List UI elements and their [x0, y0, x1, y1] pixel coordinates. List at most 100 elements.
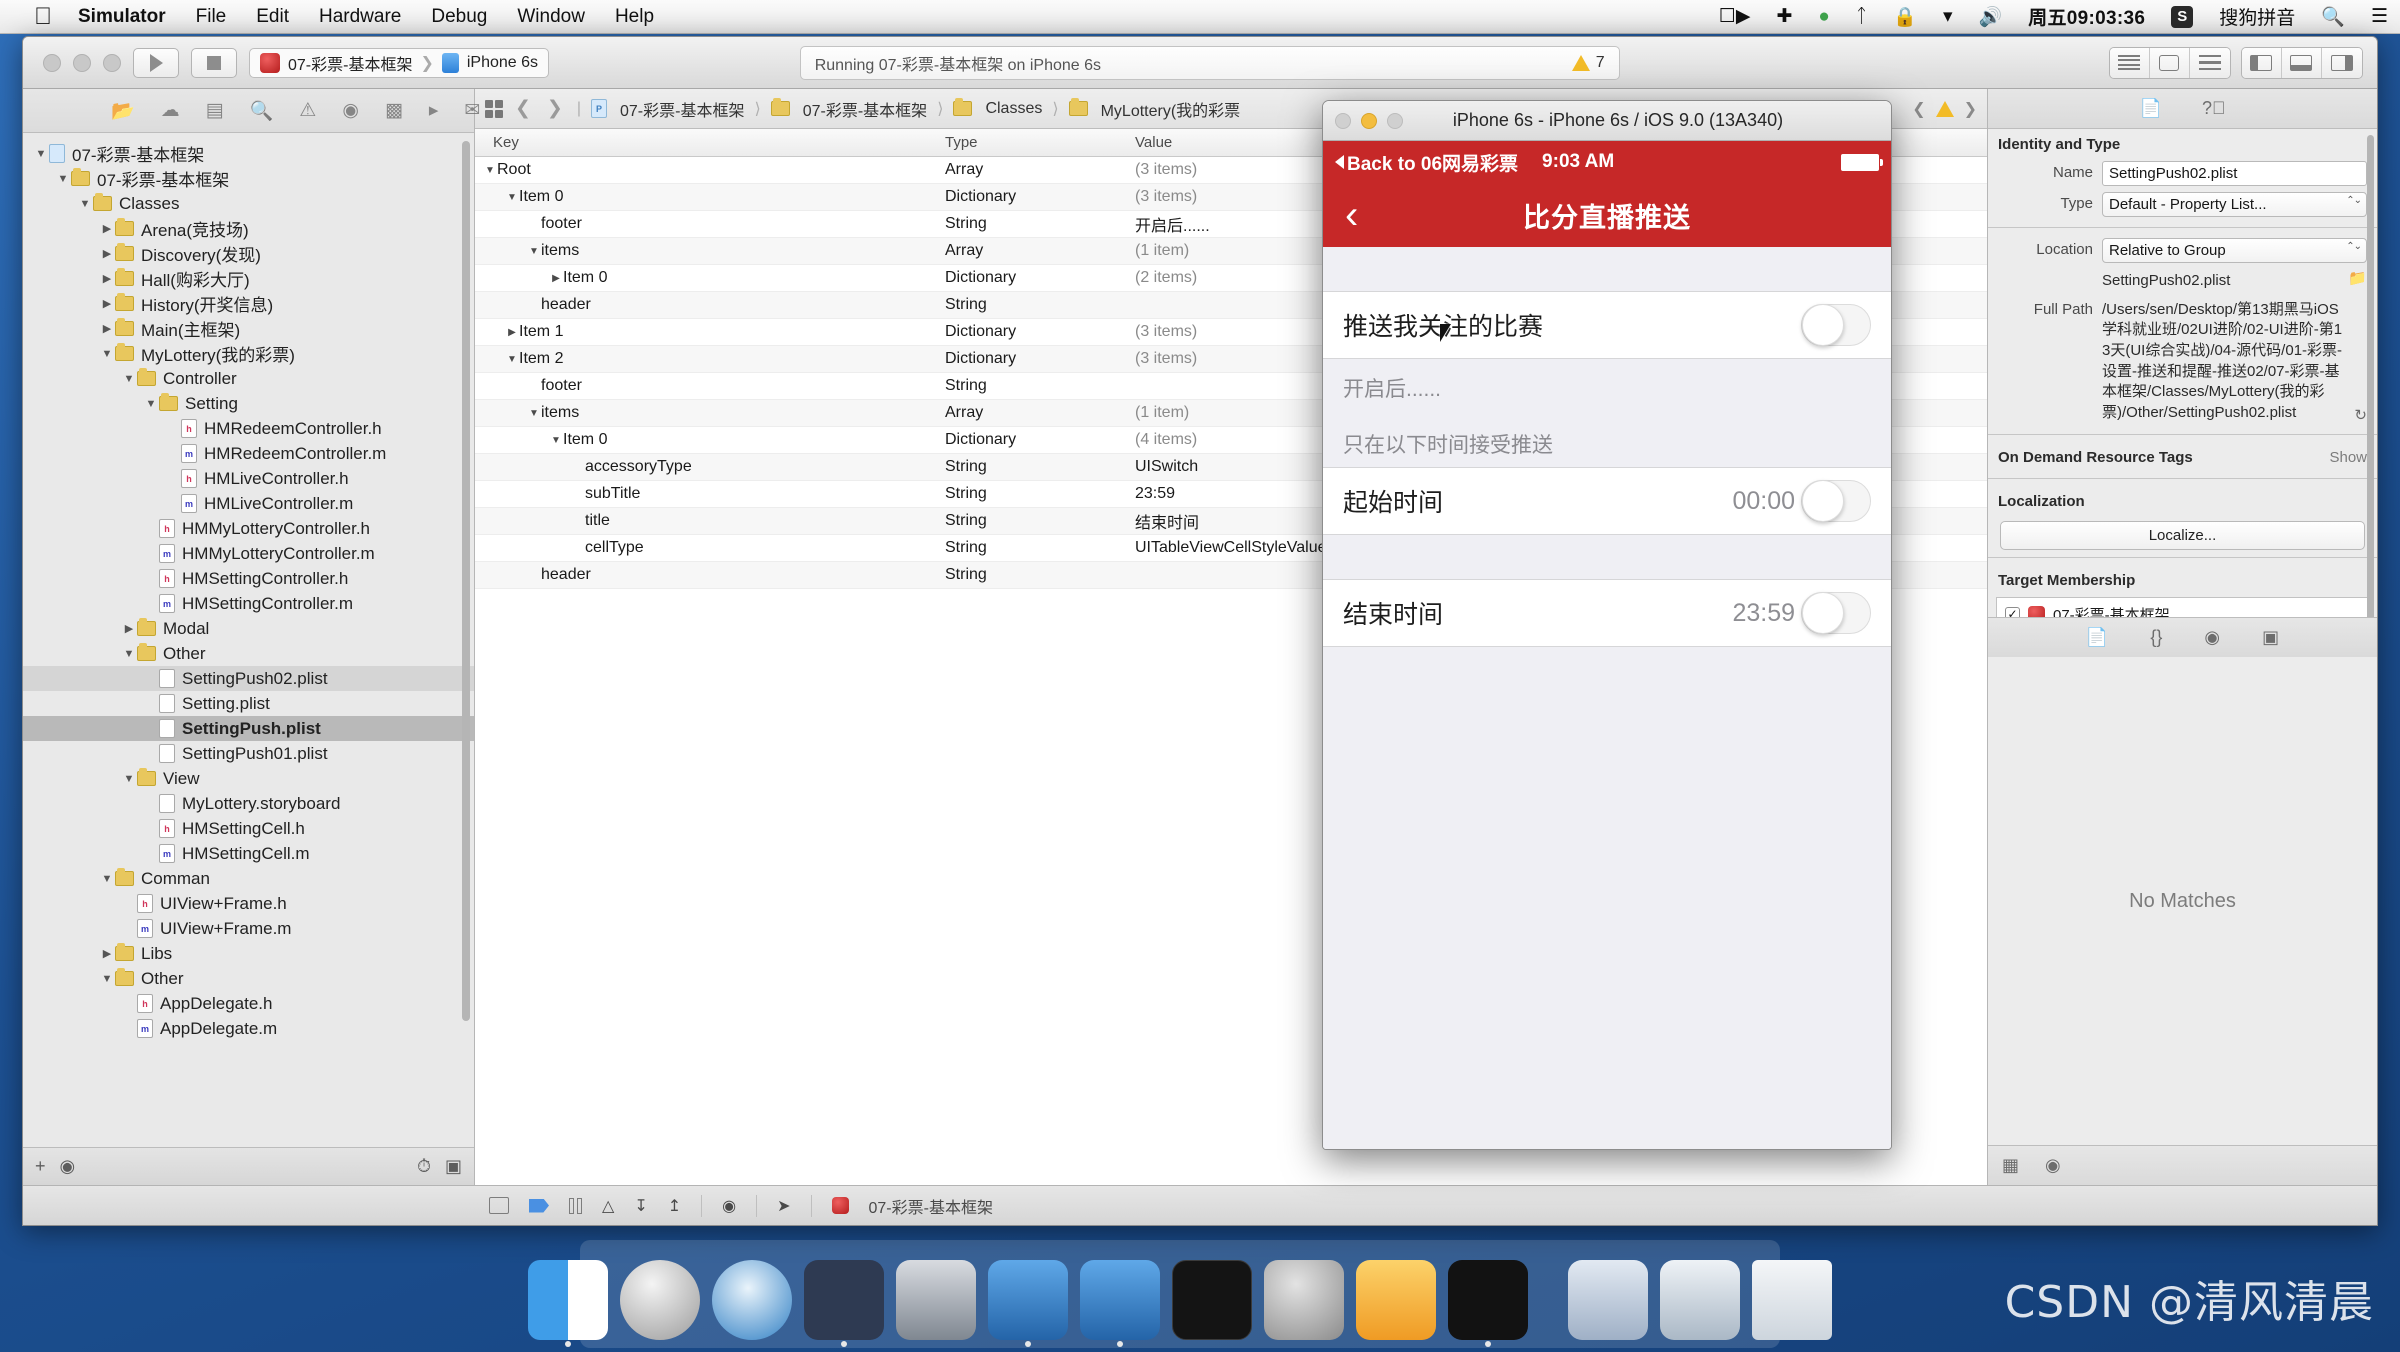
up-icon[interactable]: △ — [602, 1196, 614, 1216]
ios-table-view[interactable]: 推送我关注的比赛 开启后...... 只在以下时间接受推送 起始时间 00:00… — [1323, 247, 1891, 1149]
issue-navigator-tab[interactable]: ⚠ — [299, 99, 316, 122]
breadcrumb-item-2[interactable]: Classes — [953, 98, 1042, 118]
iterm-icon[interactable] — [1448, 1260, 1528, 1347]
terminal-icon[interactable] — [1172, 1260, 1252, 1340]
library-grid-icon[interactable]: ▦ — [2002, 1155, 2019, 1176]
plist-key-cell[interactable]: footer — [475, 377, 945, 395]
tree-row[interactable]: SettingPush01.plist — [23, 741, 474, 766]
tree-row[interactable]: ▶ Hall(购彩大厅) — [23, 266, 474, 291]
tree-row[interactable]: ▼ 07-彩票-基本框架 — [23, 141, 474, 166]
disclosure-triangle-icon[interactable]: ▼ — [77, 198, 93, 210]
volume-icon[interactable]: 🔊 — [1979, 5, 2003, 29]
window-traffic-lights[interactable] — [37, 53, 121, 72]
compare-icon[interactable]: ◉ — [722, 1196, 736, 1216]
disclosure-triangle-icon[interactable]: ▼ — [99, 973, 115, 985]
test-navigator-tab[interactable]: ◉ — [342, 99, 359, 122]
tree-row[interactable]: Setting.plist — [23, 691, 474, 716]
plist-key-cell[interactable]: ▶ Item 1 — [475, 323, 945, 341]
disclosure-triangle-icon[interactable]: ▼ — [99, 873, 115, 885]
code-snippet-library-tab[interactable]: {} — [2150, 627, 2162, 648]
inspector-scrollbar[interactable] — [2367, 135, 2374, 617]
menu-item-hardware[interactable]: Hardware — [319, 6, 401, 28]
screenshot-icon[interactable] — [1660, 1260, 1740, 1340]
finder-icon[interactable] — [528, 1260, 608, 1347]
system-preferences-icon[interactable] — [1264, 1260, 1344, 1340]
disclosure-triangle-icon[interactable]: ▼ — [505, 354, 519, 365]
library-filter-icon[interactable]: ◉ — [2045, 1155, 2061, 1176]
location-icon[interactable]: ➤ — [777, 1196, 790, 1216]
tree-row[interactable]: ▼ Comman — [23, 866, 474, 891]
wifi-icon[interactable]: ▾ — [1943, 5, 1953, 28]
airplay-icon[interactable]: ☐▶ — [1719, 5, 1751, 28]
target-checkbox[interactable]: ✓ — [2005, 606, 2020, 617]
plist-key-cell[interactable]: footer — [475, 215, 945, 233]
disclosure-triangle-icon[interactable]: ▼ — [33, 148, 49, 160]
tree-row[interactable]: MyLottery.storyboard — [23, 791, 474, 816]
tree-row[interactable]: m HMSettingCell.m — [23, 841, 474, 866]
plist-key-cell[interactable]: cellType — [475, 539, 945, 557]
breakpoint-navigator-tab[interactable]: ▸ — [429, 99, 439, 122]
add-icon[interactable]: + — [35, 1156, 46, 1177]
disclosure-triangle-icon[interactable]: ▶ — [99, 272, 115, 285]
symbol-navigator-tab[interactable]: ▤ — [206, 99, 224, 122]
plist-type-cell[interactable]: Dictionary — [945, 431, 1135, 449]
tree-row[interactable]: ▼ View — [23, 766, 474, 791]
zoom-button[interactable] — [1387, 112, 1403, 129]
breadcrumb-item-1[interactable]: 07-彩票-基本框架 — [770, 97, 927, 121]
menu-item-edit[interactable]: Edit — [256, 6, 289, 28]
next-issue-icon[interactable]: ❯ — [1964, 99, 1977, 119]
tree-row[interactable]: ▶ Main(主框架) — [23, 316, 474, 341]
odr-show-link[interactable]: Show — [2329, 449, 2367, 466]
menu-item-debug[interactable]: Debug — [431, 6, 487, 28]
launchpad-icon[interactable] — [620, 1260, 700, 1340]
disclosure-triangle-icon[interactable]: ▼ — [121, 373, 137, 385]
tree-row[interactable]: ▶ Discovery(发现) — [23, 241, 474, 266]
tree-row[interactable]: h HMSettingCell.h — [23, 816, 474, 841]
plist-type-cell[interactable]: Array — [945, 404, 1135, 422]
editor-mode-segmented[interactable] — [2108, 46, 2231, 79]
tree-row[interactable]: ▼ Other — [23, 966, 474, 991]
tree-row[interactable]: ▶ History(开奖信息) — [23, 291, 474, 316]
plist-type-cell[interactable]: Dictionary — [945, 188, 1135, 206]
lock-icon[interactable]: 🔒 — [1893, 5, 1917, 29]
assistant-editor-button[interactable] — [2149, 47, 2190, 78]
minimize-button[interactable] — [1361, 112, 1377, 129]
plist-key-cell[interactable]: ▼ Item 2 — [475, 350, 945, 368]
plist-key-cell[interactable]: ▼ Root — [475, 161, 945, 179]
toggle-navigator-button[interactable] — [2241, 47, 2282, 78]
switch-toggle[interactable] — [1801, 592, 1871, 634]
media-library-tab[interactable]: ▣ — [2262, 627, 2279, 648]
project-file-tree[interactable]: ▼ 07-彩票-基本框架 ▼ 07-彩票-基本框架 ▼ Classes ▶ Arena(竞技场… — [23, 133, 474, 1147]
toggle-inspector-button[interactable] — [2321, 47, 2362, 78]
disclosure-triangle-icon[interactable]: ▼ — [549, 435, 563, 446]
status-green-icon[interactable]: ● — [1818, 6, 1829, 28]
disclosure-triangle-icon[interactable]: ▼ — [143, 398, 159, 410]
find-navigator-tab[interactable]: 🔍 — [250, 99, 274, 123]
minimize-button[interactable] — [73, 53, 91, 72]
tree-row[interactable]: ▼ Classes — [23, 191, 474, 216]
tree-row[interactable]: h HMLiveController.h — [23, 466, 474, 491]
pause-icon[interactable] — [569, 1197, 582, 1214]
disclosure-triangle-icon[interactable]: ▼ — [527, 246, 541, 257]
zoom-button[interactable] — [103, 53, 121, 72]
sketch-icon[interactable] — [1356, 1260, 1436, 1340]
apple-icon[interactable]:  — [34, 4, 52, 29]
toggle-debug-area-button[interactable] — [2281, 47, 2322, 78]
upload-icon[interactable]: ↥ — [668, 1196, 681, 1216]
localize-button[interactable]: Localize... — [2000, 520, 2365, 550]
xcode-icon[interactable] — [988, 1260, 1068, 1347]
run-button[interactable] — [133, 47, 179, 78]
plist-type-cell[interactable]: String — [945, 539, 1135, 557]
plist-key-cell[interactable]: ▼ Item 0 — [475, 431, 945, 449]
filter-icon[interactable]: ◉ — [60, 1156, 76, 1177]
location-select[interactable]: Relative to Group — [2102, 238, 2367, 263]
disclosure-triangle-icon[interactable]: ▼ — [99, 348, 115, 360]
quicktime-icon[interactable] — [896, 1260, 976, 1340]
download-icon[interactable]: ↧ — [634, 1196, 647, 1216]
plist-key-cell[interactable]: accessoryType — [475, 458, 945, 476]
cell-push-followed-matches[interactable]: 推送我关注的比赛 — [1323, 292, 1891, 358]
plist-type-cell[interactable]: String — [945, 377, 1135, 395]
disclosure-triangle-icon[interactable]: ▶ — [99, 297, 115, 310]
menu-item-file[interactable]: File — [196, 6, 227, 28]
ime-label[interactable]: 搜狗拼音 — [2219, 3, 2295, 30]
